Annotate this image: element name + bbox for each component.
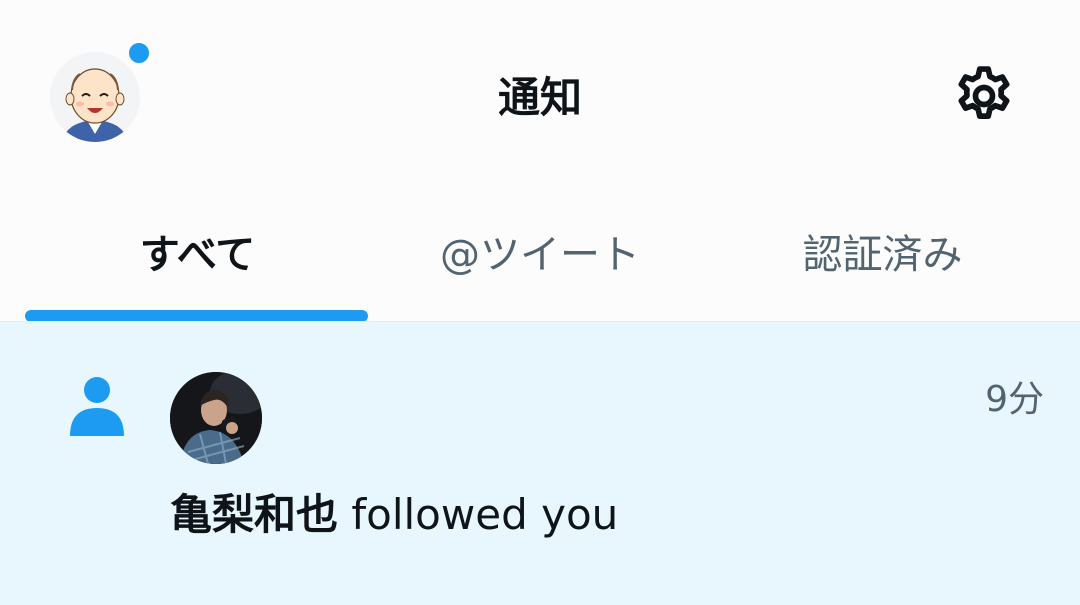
notification-dot [127, 41, 151, 65]
page-title: 通知 [497, 73, 582, 122]
top-bar: 通知 [0, 0, 1080, 200]
notification-time: 9分 [985, 379, 1044, 420]
tab-mentions[interactable]: @ツイート [370, 200, 710, 310]
profile-avatar-image [50, 52, 140, 142]
gear-icon[interactable] [950, 62, 1018, 130]
person-icon [68, 374, 126, 436]
follow-action-text: followed you [338, 490, 619, 539]
follower-name[interactable]: 亀梨和也 [170, 490, 338, 539]
profile-avatar[interactable] [50, 52, 140, 142]
notification-item[interactable]: 9分 亀梨和也 followed you [0, 322, 1080, 605]
tab-verified[interactable]: 認証済み [710, 200, 1055, 310]
notification-text: 亀梨和也 followed you [170, 487, 618, 543]
follower-avatar[interactable] [170, 372, 262, 464]
notification-tabs: すべて @ツイート 認証済み [0, 200, 1080, 322]
tab-all[interactable]: すべて [25, 200, 370, 310]
